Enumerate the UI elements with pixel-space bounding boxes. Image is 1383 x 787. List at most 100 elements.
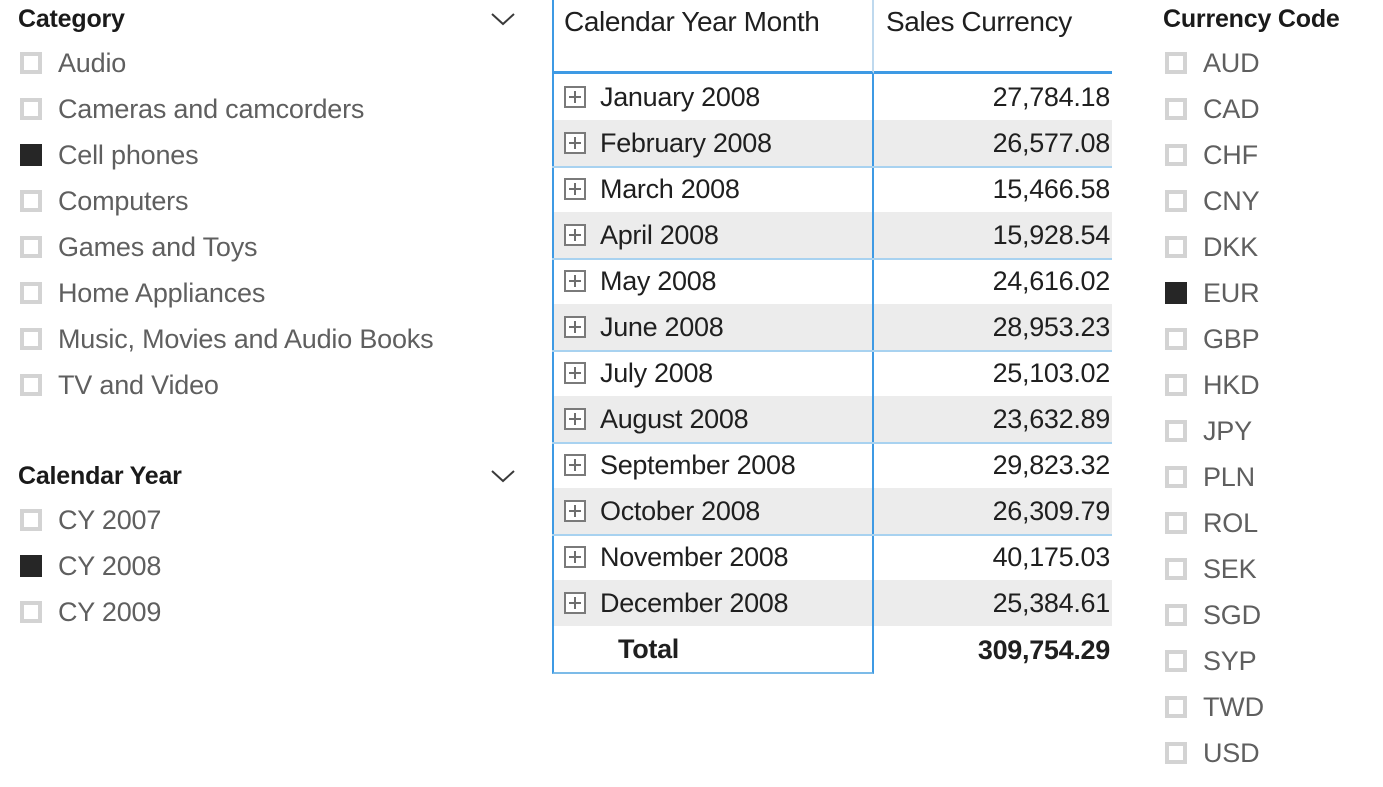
slicer-item-currency-eur[interactable]: EUR: [1163, 270, 1373, 316]
column-header-calendar-year-month[interactable]: Calendar Year Month: [552, 0, 874, 74]
row-value: 25,384.61: [993, 590, 1110, 617]
slicer-item-currency-rol[interactable]: ROL: [1163, 500, 1373, 546]
slicer-item-category-computers[interactable]: Computers: [18, 178, 518, 224]
checkbox-unchecked-icon[interactable]: [20, 190, 42, 212]
checkbox-unchecked-icon[interactable]: [1165, 374, 1187, 396]
checkbox-unchecked-icon[interactable]: [1165, 512, 1187, 534]
checkbox-unchecked-icon[interactable]: [1165, 420, 1187, 442]
slicer-item-category-music-movies-and-audio-books[interactable]: Music, Movies and Audio Books: [18, 316, 518, 362]
checkbox-unchecked-icon[interactable]: [20, 282, 42, 304]
checkbox-unchecked-icon[interactable]: [1165, 328, 1187, 350]
checkbox-unchecked-icon[interactable]: [1165, 98, 1187, 120]
row-label-cell[interactable]: November 2008: [552, 534, 874, 580]
table-row[interactable]: April 200815,928.54: [552, 212, 1112, 258]
expand-plus-icon[interactable]: [564, 546, 586, 568]
slicer-item-year-cy-2007[interactable]: CY 2007: [18, 497, 518, 543]
table-row[interactable]: October 200826,309.79: [552, 488, 1112, 534]
slicer-item-category-games-and-toys[interactable]: Games and Toys: [18, 224, 518, 270]
checkbox-unchecked-icon[interactable]: [1165, 52, 1187, 74]
slicer-item-currency-hkd[interactable]: HKD: [1163, 362, 1373, 408]
checkbox-unchecked-icon[interactable]: [20, 52, 42, 74]
slicer-item-currency-syp[interactable]: SYP: [1163, 638, 1373, 684]
checkbox-unchecked-icon[interactable]: [1165, 466, 1187, 488]
row-label-cell[interactable]: August 2008: [552, 396, 874, 442]
row-label-cell[interactable]: April 2008: [552, 212, 874, 258]
row-label-cell[interactable]: May 2008: [552, 258, 874, 304]
row-label-cell[interactable]: December 2008: [552, 580, 874, 626]
slicer-item-year-cy-2009[interactable]: CY 2009: [18, 589, 518, 635]
slicer-item-currency-pln[interactable]: PLN: [1163, 454, 1373, 500]
checkbox-checked-icon[interactable]: [20, 555, 42, 577]
table-row[interactable]: August 200823,632.89: [552, 396, 1112, 442]
checkbox-unchecked-icon[interactable]: [1165, 696, 1187, 718]
checkbox-unchecked-icon[interactable]: [20, 98, 42, 120]
checkbox-unchecked-icon[interactable]: [1165, 650, 1187, 672]
expand-plus-icon[interactable]: [564, 362, 586, 384]
slicer-item-currency-twd[interactable]: TWD: [1163, 684, 1373, 730]
table-row[interactable]: February 200826,577.08: [552, 120, 1112, 166]
slicer-item-currency-aud[interactable]: AUD: [1163, 40, 1373, 86]
slicer-item-currency-usd[interactable]: USD: [1163, 730, 1373, 776]
column-header-sales-currency[interactable]: Sales Currency: [874, 0, 1112, 74]
slicer-item-currency-dkk[interactable]: DKK: [1163, 224, 1373, 270]
slicer-calendar-year-header[interactable]: Calendar Year: [18, 459, 518, 493]
slicer-item-year-cy-2008[interactable]: CY 2008: [18, 543, 518, 589]
slicer-item-category-cameras-and-camcorders[interactable]: Cameras and camcorders: [18, 86, 518, 132]
slicer-item-currency-chf[interactable]: CHF: [1163, 132, 1373, 178]
slicer-item-currency-gbp[interactable]: GBP: [1163, 316, 1373, 362]
checkbox-unchecked-icon[interactable]: [1165, 742, 1187, 764]
chevron-down-icon[interactable]: [488, 4, 518, 34]
row-label-cell[interactable]: July 2008: [552, 350, 874, 396]
checkbox-unchecked-icon[interactable]: [20, 601, 42, 623]
table-row[interactable]: July 200825,103.02: [552, 350, 1112, 396]
expand-plus-icon[interactable]: [564, 408, 586, 430]
checkbox-unchecked-icon[interactable]: [20, 236, 42, 258]
slicer-item-currency-sgd[interactable]: SGD: [1163, 592, 1373, 638]
slicer-item-currency-jpy[interactable]: JPY: [1163, 408, 1373, 454]
expand-plus-icon[interactable]: [564, 132, 586, 154]
table-row[interactable]: November 200840,175.03: [552, 534, 1112, 580]
checkbox-unchecked-icon[interactable]: [1165, 236, 1187, 258]
table-row[interactable]: March 200815,466.58: [552, 166, 1112, 212]
expand-plus-icon[interactable]: [564, 224, 586, 246]
slicer-item-category-cell-phones[interactable]: Cell phones: [18, 132, 518, 178]
row-label-cell[interactable]: September 2008: [552, 442, 874, 488]
checkbox-unchecked-icon[interactable]: [1165, 558, 1187, 580]
slicer-item-category-audio[interactable]: Audio: [18, 40, 518, 86]
slicer-item-label: SGD: [1203, 602, 1261, 629]
checkbox-unchecked-icon[interactable]: [1165, 144, 1187, 166]
checkbox-unchecked-icon[interactable]: [20, 374, 42, 396]
checkbox-unchecked-icon[interactable]: [20, 509, 42, 531]
expand-plus-icon[interactable]: [564, 454, 586, 476]
slicer-currency-code-header[interactable]: Currency Code: [1163, 2, 1373, 36]
row-label-cell[interactable]: March 2008: [552, 166, 874, 212]
slicer-item-label: EUR: [1203, 280, 1259, 307]
checkbox-checked-icon[interactable]: [1165, 282, 1187, 304]
chevron-down-icon[interactable]: [488, 461, 518, 491]
row-label-cell[interactable]: January 2008: [552, 74, 874, 120]
expand-plus-icon[interactable]: [564, 270, 586, 292]
slicer-item-currency-cad[interactable]: CAD: [1163, 86, 1373, 132]
row-label-cell[interactable]: October 2008: [552, 488, 874, 534]
table-row[interactable]: January 200827,784.18: [552, 74, 1112, 120]
expand-plus-icon[interactable]: [564, 178, 586, 200]
table-row[interactable]: June 200828,953.23: [552, 304, 1112, 350]
slicer-item-currency-sek[interactable]: SEK: [1163, 546, 1373, 592]
checkbox-checked-icon[interactable]: [20, 144, 42, 166]
expand-plus-icon[interactable]: [564, 316, 586, 338]
row-label-cell[interactable]: June 2008: [552, 304, 874, 350]
expand-plus-icon[interactable]: [564, 592, 586, 614]
table-row[interactable]: May 200824,616.02: [552, 258, 1112, 304]
checkbox-unchecked-icon[interactable]: [1165, 190, 1187, 212]
slicer-item-category-home-appliances[interactable]: Home Appliances: [18, 270, 518, 316]
table-row[interactable]: December 2008 25,384.61: [552, 580, 1112, 626]
table-row[interactable]: September 200829,823.32: [552, 442, 1112, 488]
slicer-item-category-tv-and-video[interactable]: TV and Video: [18, 362, 518, 408]
slicer-item-currency-cny[interactable]: CNY: [1163, 178, 1373, 224]
checkbox-unchecked-icon[interactable]: [1165, 604, 1187, 626]
expand-plus-icon[interactable]: [564, 86, 586, 108]
checkbox-unchecked-icon[interactable]: [20, 328, 42, 350]
expand-plus-icon[interactable]: [564, 500, 586, 522]
row-label-cell[interactable]: February 2008: [552, 120, 874, 166]
slicer-category-header[interactable]: Category: [18, 2, 518, 36]
